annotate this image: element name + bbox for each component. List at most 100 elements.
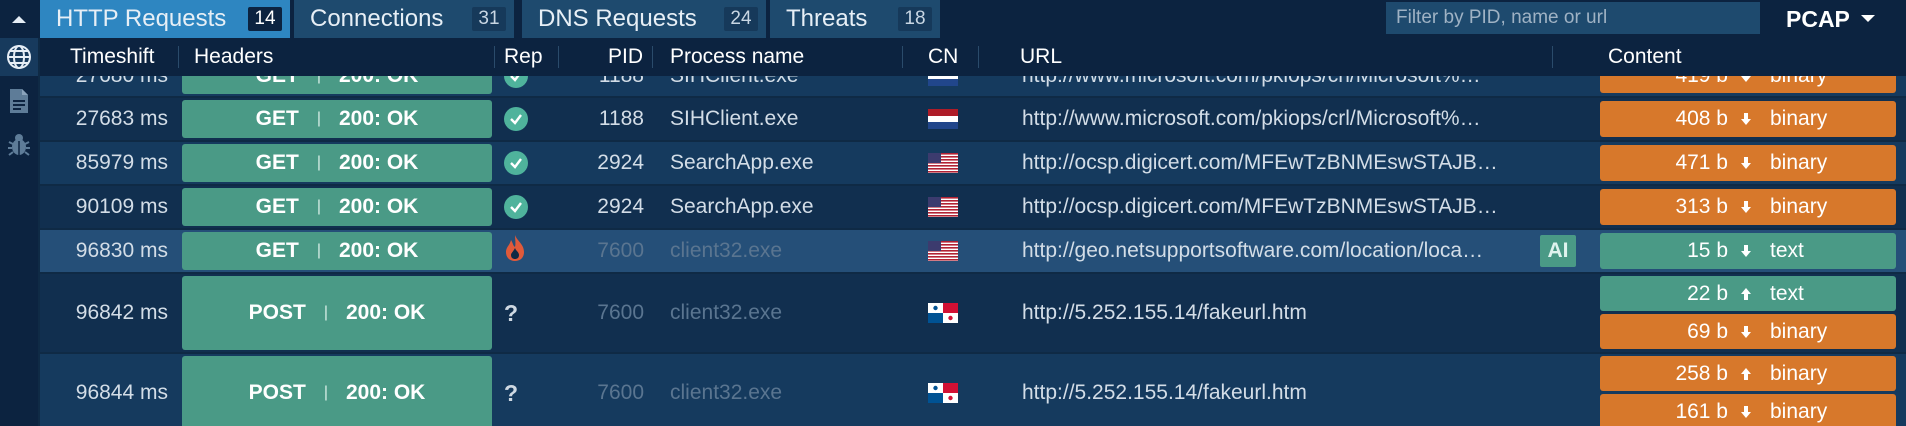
content-chip[interactable]: 313 b binary — [1600, 189, 1896, 225]
flag-icon — [928, 383, 958, 403]
tab-count-badge: 18 — [898, 7, 932, 31]
reputation-cell[interactable] — [504, 186, 544, 228]
reputation-cell[interactable]: ? — [504, 274, 544, 352]
tab-connections[interactable]: Connections 31 — [294, 0, 514, 38]
column-divider — [558, 46, 559, 68]
timeshift-cell: 96842 ms — [75, 301, 168, 324]
collapse-panel-button[interactable] — [0, 0, 38, 38]
headers-cell[interactable]: GET | 200: OK — [182, 144, 492, 182]
nav-debug-button[interactable] — [0, 126, 38, 164]
content-size: 408 b — [1675, 107, 1728, 130]
column-url[interactable]: URL — [1020, 38, 1062, 76]
content-chip[interactable]: 471 b binary — [1600, 145, 1896, 181]
url-cell[interactable]: http://ocsp.digicert.com/MFEwTzBNMEswSTA… — [1022, 186, 1552, 228]
arrow-down-icon — [1740, 76, 1752, 93]
url-cell[interactable]: http://ocsp.digicert.com/MFEwTzBNMEswSTA… — [1022, 142, 1552, 184]
content-size: 69 b — [1687, 319, 1728, 343]
http-status: 200: OK — [339, 76, 418, 88]
column-divider — [978, 46, 979, 68]
http-method: GET — [256, 76, 299, 88]
column-pid[interactable]: PID — [608, 38, 643, 76]
flag-icon — [928, 76, 958, 86]
headers-cell[interactable]: GET | 200: OK — [182, 232, 492, 270]
country-cell — [928, 76, 960, 96]
content-type: binary — [1770, 399, 1828, 423]
headers-divider: | — [317, 76, 321, 85]
table-row[interactable]: 96844 ms POST | 200: OK? 7600 client32.exe htt… — [40, 354, 1906, 426]
flag-icon — [928, 153, 958, 173]
process-name-cell[interactable]: SearchApp.exe — [670, 142, 890, 184]
table-row[interactable]: 27680 ms GET | 200: OK 1188 SIHClient.exe http… — [40, 76, 1906, 96]
table-row[interactable]: 27683 ms GET | 200: OK 1188 SIHClient.exe http… — [40, 98, 1906, 140]
table-row[interactable]: 96830 ms GET | 200: OK 7600 client32.exe http:… — [40, 230, 1906, 272]
content-type: text — [1770, 281, 1804, 305]
tab-dns-requests[interactable]: DNS Requests 24 — [522, 0, 766, 38]
url-cell[interactable]: http://5.252.155.14/fakeurl.htm — [1022, 354, 1552, 426]
arrow-up-icon — [1740, 356, 1752, 391]
table-row[interactable]: 90109 ms GET | 200: OK 2924 SearchApp.exe http… — [40, 186, 1906, 228]
arrow-down-icon — [1740, 314, 1752, 349]
process-name-cell[interactable]: client32.exe — [670, 230, 890, 272]
content-chip[interactable]: 69 b binary — [1600, 314, 1896, 349]
headers-cell[interactable]: GET | 200: OK — [182, 76, 492, 94]
column-content[interactable]: Content — [1608, 38, 1682, 76]
process-name-cell[interactable]: SearchApp.exe — [670, 186, 890, 228]
content-type: binary — [1770, 107, 1828, 130]
url-cell[interactable]: http://geo.netsupportsoftware.com/locati… — [1022, 230, 1552, 272]
headers-divider: | — [316, 110, 321, 127]
reputation-cell[interactable] — [504, 142, 544, 184]
content-size: 161 b — [1675, 399, 1728, 423]
process-name-cell[interactable]: client32.exe — [670, 354, 890, 426]
country-cell — [928, 230, 960, 272]
source-dropdown-label[interactable]: PCAP — [1786, 0, 1850, 38]
url-cell[interactable]: http://www.microsoft.com/pkiops/crl/Micr… — [1022, 76, 1552, 96]
arrow-down-icon — [1740, 189, 1752, 225]
process-name-cell[interactable]: SIHClient.exe — [670, 76, 890, 96]
column-process-name[interactable]: Process name — [670, 38, 804, 76]
table-row[interactable]: 96842 ms POST | 200: OK? 7600 client32.exe htt… — [40, 274, 1906, 352]
content-size: 471 b — [1675, 151, 1728, 174]
url-cell[interactable]: http://5.252.155.14/fakeurl.htm — [1022, 274, 1552, 352]
content-chip[interactable]: 258 b binary — [1600, 356, 1896, 391]
url-cell[interactable]: http://www.microsoft.com/pkiops/crl/Micr… — [1022, 98, 1552, 140]
filter-input[interactable] — [1386, 2, 1760, 34]
headers-divider: | — [323, 304, 328, 321]
flag-icon — [928, 241, 958, 261]
reputation-cell[interactable] — [504, 76, 544, 96]
content-type: text — [1770, 239, 1804, 262]
headers-cell[interactable]: GET | 200: OK — [182, 188, 492, 226]
nav-files-button[interactable] — [0, 82, 38, 120]
content-type: binary — [1770, 195, 1828, 218]
pid-cell: 1188 — [598, 107, 644, 130]
content-size: 419 b — [1675, 76, 1728, 93]
content-chip[interactable]: 15 b text — [1600, 233, 1896, 269]
column-headers[interactable]: Headers — [194, 38, 273, 76]
tab-http-requests[interactable]: HTTP Requests 14 — [40, 0, 290, 38]
column-cn[interactable]: CN — [928, 38, 958, 76]
process-name-cell[interactable]: client32.exe — [670, 274, 890, 352]
content-chip[interactable]: 419 b binary — [1600, 76, 1896, 93]
headers-cell[interactable]: GET | 200: OK — [182, 100, 492, 138]
content-chip[interactable]: 161 b binary — [1600, 394, 1896, 426]
content-chip[interactable]: 408 b binary — [1600, 101, 1896, 137]
column-divider — [902, 46, 903, 68]
reputation-cell[interactable]: ? — [504, 354, 544, 426]
flag-icon — [928, 109, 958, 129]
source-dropdown-button[interactable] — [1860, 0, 1876, 38]
column-rep[interactable]: Rep — [504, 38, 543, 76]
nav-network-button[interactable] — [0, 38, 38, 76]
check-circle-icon — [504, 151, 528, 175]
column-timeshift[interactable]: Timeshift — [70, 38, 154, 76]
content-type: binary — [1770, 151, 1828, 174]
flame-icon — [504, 234, 526, 268]
headers-cell[interactable]: POST | 200: OK — [182, 276, 492, 350]
column-divider — [494, 46, 495, 68]
ai-analysis-button[interactable]: AI — [1540, 235, 1576, 267]
process-name-cell[interactable]: SIHClient.exe — [670, 98, 890, 140]
headers-cell[interactable]: POST | 200: OK — [182, 356, 492, 426]
content-chip[interactable]: 22 b text — [1600, 276, 1896, 311]
table-row[interactable]: 85979 ms GET | 200: OK 2924 SearchApp.exe http… — [40, 142, 1906, 184]
tab-threats[interactable]: Threats 18 — [770, 0, 940, 38]
reputation-cell[interactable] — [504, 230, 544, 272]
reputation-cell[interactable] — [504, 98, 544, 140]
